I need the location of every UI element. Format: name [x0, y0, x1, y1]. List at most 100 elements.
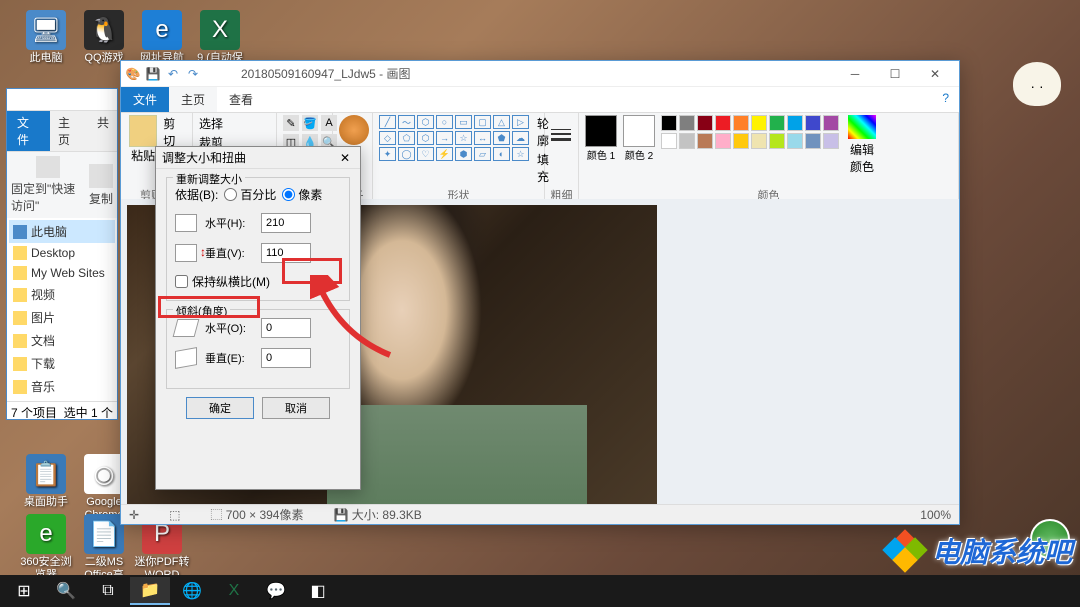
shape-button[interactable]: ⬠	[398, 131, 415, 145]
start-button[interactable]: ⊞	[4, 577, 44, 605]
shape-button[interactable]: △	[493, 115, 510, 129]
pixels-radio[interactable]: 像素	[282, 186, 322, 203]
shape-button[interactable]: ☆	[455, 131, 472, 145]
mascot-widget[interactable]	[1002, 62, 1072, 142]
explorer-titlebar[interactable]	[7, 89, 117, 111]
aspect-ratio-checkbox[interactable]: 保持纵横比(M)	[175, 273, 341, 290]
shape-button[interactable]: 〜	[398, 115, 415, 129]
shape-button[interactable]: ⬡	[417, 131, 434, 145]
shape-button[interactable]: ▷	[512, 115, 529, 129]
tree-folder[interactable]: 图片	[9, 306, 115, 329]
edit-colors-button[interactable]: 编辑颜色	[845, 115, 879, 175]
desktop-icon[interactable]: e网址导航	[134, 10, 190, 65]
shape-button[interactable]: ⬢	[455, 147, 472, 161]
shape-button[interactable]: ◇	[379, 131, 396, 145]
color-swatch[interactable]	[805, 115, 821, 131]
color-swatch[interactable]	[697, 133, 713, 149]
taskbar-browser[interactable]: 🌐	[172, 577, 212, 605]
tree-folder[interactable]: 视频	[9, 283, 115, 306]
horizontal-input[interactable]	[261, 213, 311, 233]
search-button[interactable]: 🔍	[46, 577, 86, 605]
shape-button[interactable]: ☁	[512, 131, 529, 145]
pencil-icon[interactable]: ✎	[283, 115, 299, 131]
tree-folder[interactable]: Desktop	[9, 243, 115, 263]
tree-folder[interactable]: 下载	[9, 352, 115, 375]
pin-button[interactable]: 固定到"快速访问"	[11, 156, 85, 214]
shape-button[interactable]: ◐	[493, 147, 510, 161]
color-swatch[interactable]	[769, 115, 785, 131]
color-swatch[interactable]	[661, 115, 677, 131]
color-swatch[interactable]	[787, 133, 803, 149]
vertical-input[interactable]	[261, 243, 311, 263]
dialog-titlebar[interactable]: 调整大小和扭曲 ✕	[156, 147, 360, 169]
cut-button[interactable]: 剪切	[163, 115, 186, 149]
desktop-icon[interactable]: 📋桌面助手	[18, 454, 74, 509]
maximize-button[interactable]: ☐	[875, 63, 915, 85]
file-explorer-window[interactable]: 文件 主页 共 固定到"快速访问" 复制 此电脑DesktopMy Web Si…	[6, 88, 118, 420]
color-swatch[interactable]	[751, 133, 767, 149]
floating-badge[interactable]	[1030, 519, 1070, 559]
shape-button[interactable]: ▢	[474, 115, 491, 129]
shape-button[interactable]: ⬡	[417, 115, 434, 129]
taskbar[interactable]: ⊞ 🔍 ⧉ 📁 🌐 X 💬 ◧	[0, 575, 1080, 607]
redo-icon[interactable]: ↷	[185, 66, 201, 82]
color-swatch[interactable]	[733, 115, 749, 131]
desktop-icon[interactable]: 🐧QQ游戏	[76, 10, 132, 65]
save-icon[interactable]: 💾	[145, 66, 161, 82]
color-swatch[interactable]	[679, 133, 695, 149]
explorer-tab-home[interactable]: 主页	[50, 111, 89, 151]
fill-icon[interactable]: 🪣	[302, 115, 318, 131]
shape-button[interactable]: ○	[436, 115, 453, 129]
color-swatch[interactable]	[769, 133, 785, 149]
shape-button[interactable]: ↔	[474, 131, 491, 145]
shape-button[interactable]: ◯	[398, 147, 415, 161]
tree-this-pc[interactable]: 此电脑	[9, 220, 115, 243]
taskbar-explorer[interactable]: 📁	[130, 577, 170, 605]
tree-folder[interactable]: My Web Sites	[9, 263, 115, 283]
shape-button[interactable]: ▱	[474, 147, 491, 161]
resize-skew-dialog[interactable]: 调整大小和扭曲 ✕ 重新调整大小 依据(B): 百分比 像素 水平(H): 垂直…	[155, 146, 361, 490]
color-swatch[interactable]	[661, 133, 677, 149]
color-swatch[interactable]	[787, 115, 803, 131]
brush-button[interactable]	[339, 115, 369, 145]
minimize-button[interactable]: ─	[835, 63, 875, 85]
percent-radio[interactable]: 百分比	[224, 186, 276, 203]
color-swatch[interactable]	[823, 115, 839, 131]
skew-v-input[interactable]	[261, 348, 311, 368]
dialog-close-button[interactable]: ✕	[336, 150, 354, 166]
shape-button[interactable]: ✦	[379, 147, 396, 161]
copy-button[interactable]: 复制	[89, 156, 113, 214]
shape-button[interactable]: ╱	[379, 115, 396, 129]
explorer-tab-file[interactable]: 文件	[7, 111, 50, 151]
shape-button[interactable]: ⬟	[493, 131, 510, 145]
select-button[interactable]: 选择	[199, 115, 270, 132]
skew-h-input[interactable]	[261, 318, 311, 338]
tab-home[interactable]: 主页	[169, 87, 217, 112]
color-swatch[interactable]	[697, 115, 713, 131]
explorer-tab-share[interactable]: 共	[89, 111, 117, 151]
undo-icon[interactable]: ↶	[165, 66, 181, 82]
help-button[interactable]: ?	[932, 87, 959, 112]
color-swatch[interactable]	[751, 115, 767, 131]
taskbar-wechat[interactable]: 💬	[256, 577, 296, 605]
taskbar-excel[interactable]: X	[214, 577, 254, 605]
task-view-button[interactable]: ⧉	[88, 577, 128, 605]
close-button[interactable]: ✕	[915, 63, 955, 85]
color2-swatch[interactable]	[623, 115, 655, 147]
tree-folder[interactable]: 音乐	[9, 375, 115, 398]
taskbar-app[interactable]: ◧	[298, 577, 338, 605]
shape-button[interactable]: →	[436, 131, 453, 145]
stroke-button[interactable]	[551, 115, 571, 155]
color-swatch[interactable]	[823, 133, 839, 149]
shape-button[interactable]: ⚡	[436, 147, 453, 161]
desktop-icon[interactable]: e360安全浏览器	[18, 514, 74, 582]
cancel-button[interactable]: 取消	[262, 397, 330, 419]
desktop-icon[interactable]: 🖥此电脑	[18, 10, 74, 65]
ok-button[interactable]: 确定	[186, 397, 254, 419]
tree-folder[interactable]: 文档	[9, 329, 115, 352]
color-swatch[interactable]	[805, 133, 821, 149]
paint-titlebar[interactable]: 🎨 💾 ↶ ↷ 20180509160947_LJdw5 - 画图 ─ ☐ ✕	[121, 61, 959, 87]
tab-view[interactable]: 查看	[217, 87, 265, 112]
shape-button[interactable]: ☆	[512, 147, 529, 161]
color-swatch[interactable]	[715, 133, 731, 149]
